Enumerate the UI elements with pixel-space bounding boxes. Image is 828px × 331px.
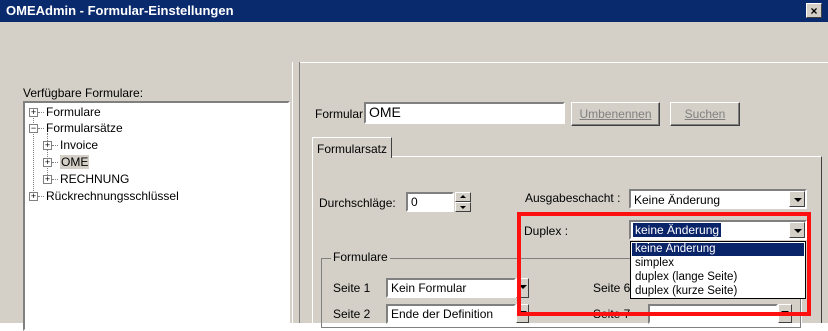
expand-icon[interactable]: + xyxy=(43,158,52,167)
close-icon[interactable]: × xyxy=(806,3,822,18)
tree-line xyxy=(52,179,58,180)
window-title: OMEAdmin - Formular-Einstellungen xyxy=(6,3,234,18)
copies-label: Durchschläge: xyxy=(319,196,396,210)
copies-input[interactable]: 0 xyxy=(406,192,454,212)
spin-up-icon[interactable] xyxy=(455,192,471,202)
available-forms-label: Verfügbare Formulare: xyxy=(23,86,144,100)
tree-line xyxy=(38,128,44,129)
expand-icon[interactable]: + xyxy=(29,192,38,201)
forms-tree[interactable]: + Formulare − Formularsätze + Invoice + … xyxy=(23,101,290,331)
formular-input[interactable]: OME xyxy=(364,102,565,124)
tree-line xyxy=(52,162,58,163)
copies-spinner[interactable] xyxy=(455,192,471,212)
tree-item-label: RECHNUNG xyxy=(60,172,130,186)
title-bar: OMEAdmin - Formular-Einstellungen × xyxy=(0,0,828,22)
search-button-label: Suchen xyxy=(684,107,726,121)
formular-label: Formular: xyxy=(315,107,367,121)
expand-icon[interactable]: + xyxy=(29,108,38,117)
output-tray-value: Keine Änderung xyxy=(634,193,721,207)
page1-select[interactable]: Kein Formular xyxy=(386,278,516,298)
tree-item-label: Formulare xyxy=(46,105,101,119)
forms-group-title: Formulare xyxy=(331,250,390,264)
output-tray-select[interactable]: Keine Änderung xyxy=(629,189,807,209)
tree-item-label: Rückrechnungsschlüssel xyxy=(46,189,179,203)
tree-item-label: Formularsätze xyxy=(46,121,123,135)
page1-label: Seite 1 xyxy=(333,281,371,295)
search-button[interactable]: Suchen xyxy=(670,102,740,126)
page2-select[interactable]: Ende der Definition xyxy=(386,304,516,324)
tree-line xyxy=(52,145,58,146)
rename-button-label: Umbenennen xyxy=(579,107,652,121)
highlight-annotation xyxy=(517,212,811,316)
expand-icon[interactable]: + xyxy=(43,141,52,150)
collapse-icon[interactable]: − xyxy=(29,124,38,133)
tree-item-label: Invoice xyxy=(60,138,99,152)
tree-line xyxy=(38,196,44,197)
page2-label: Seite 2 xyxy=(333,307,371,321)
output-tray-label: Ausgabeschacht : xyxy=(525,191,621,205)
tree-item-label: OME xyxy=(60,155,90,169)
tree-line xyxy=(38,112,44,113)
chevron-down-icon[interactable] xyxy=(789,191,805,207)
splitter-handle[interactable] xyxy=(292,62,300,323)
expand-icon[interactable]: + xyxy=(43,175,52,184)
spin-down-icon[interactable] xyxy=(455,202,471,212)
tab-formularsatz[interactable]: Formularsatz xyxy=(312,137,392,158)
rename-button[interactable]: Umbenennen xyxy=(571,102,660,126)
